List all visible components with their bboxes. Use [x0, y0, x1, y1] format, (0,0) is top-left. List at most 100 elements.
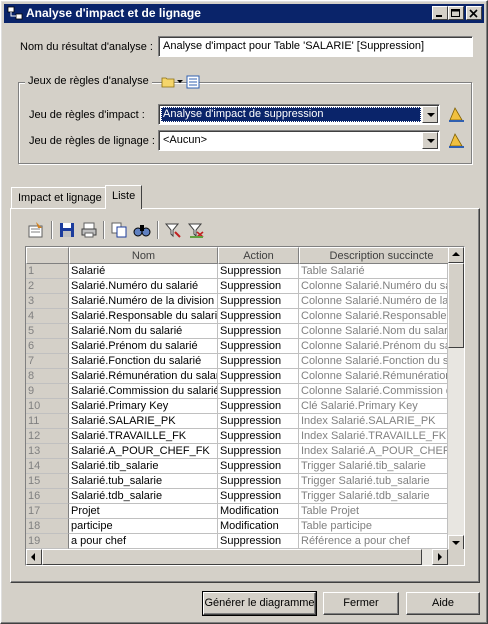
list-view-icon[interactable] — [186, 75, 200, 89]
folder-icon[interactable] — [161, 75, 177, 89]
save-icon[interactable] — [58, 221, 76, 239]
column-header-number[interactable] — [26, 247, 69, 264]
nom-cell: Salarié.Numéro du salarié — [69, 279, 218, 294]
tab-list[interactable]: Liste — [105, 185, 143, 209]
rule-sets-legend: Jeux de règles d'analyse — [25, 75, 152, 89]
nom-cell: Salarié.Prénom du salarié — [69, 339, 218, 354]
description-cell: Table Projet — [299, 504, 448, 519]
table-row[interactable]: 11 Salarié.SALARIE_PK Suppression Index Sal… — [26, 414, 448, 429]
row-number-cell: 18 — [26, 519, 69, 534]
minimize-button[interactable] — [432, 6, 448, 20]
description-cell: Table Salarié — [299, 264, 448, 279]
tab-impact-lineage[interactable]: Impact et lignage — [11, 187, 109, 209]
dialog-window: Analyse d'impact et de lignage Nom du ré… — [0, 0, 488, 624]
table-row[interactable]: 9 Salarié.Commission du salarié Suppressio… — [26, 384, 448, 399]
table-row[interactable]: 8 Salarié.Rémunération du salarié Suppress… — [26, 369, 448, 384]
generate-diagram-button[interactable]: Générer le diagramme — [202, 591, 317, 616]
table-row[interactable]: 18 participe Modification Table participe — [26, 519, 448, 534]
clear-filter-icon[interactable] — [187, 221, 205, 239]
vertical-scroll-thumb[interactable] — [448, 263, 464, 348]
description-cell: Colonne Salarié.Nom du salarié — [299, 324, 448, 339]
row-number-cell: 8 — [26, 369, 69, 384]
table-row[interactable]: 6 Salarié.Prénom du salarié Suppression Col… — [26, 339, 448, 354]
find-icon[interactable] — [133, 221, 151, 239]
vertical-scrollbar[interactable] — [448, 247, 464, 551]
action-cell: Suppression — [218, 339, 299, 354]
impact-rules-dropdown-button[interactable] — [422, 106, 438, 123]
scroll-right-button[interactable] — [432, 549, 448, 565]
table-row[interactable]: 10 Salarié.Primary Key Suppression Clé Sala… — [26, 399, 448, 414]
nom-cell: Salarié.Nom du salarié — [69, 324, 218, 339]
description-cell: Clé Salarié.Primary Key — [299, 399, 448, 414]
filter-icon[interactable] — [164, 221, 182, 239]
help-button[interactable]: Aide — [406, 592, 480, 615]
nom-cell: Salarié.TRAVAILLE_FK — [69, 429, 218, 444]
close-button[interactable]: Fermer — [323, 592, 399, 615]
column-header-action[interactable]: Action — [218, 247, 299, 264]
close-window-button[interactable] — [466, 6, 482, 20]
row-number-cell: 1 — [26, 264, 69, 279]
dropdown-arrow-icon[interactable] — [177, 80, 184, 84]
description-cell: Index Salarié.SALARIE_PK — [299, 414, 448, 429]
column-header-description[interactable]: Description succincte — [299, 247, 464, 264]
action-cell: Suppression — [218, 444, 299, 459]
action-cell: Suppression — [218, 414, 299, 429]
help-button-label: Aide — [431, 597, 455, 609]
row-number-cell: 16 — [26, 489, 69, 504]
nom-cell: Salarié.A_POUR_CHEF_FK — [69, 444, 218, 459]
description-cell: Référence a pour chef — [299, 534, 448, 549]
nom-cell: Salarié — [69, 264, 218, 279]
minimize-icon — [436, 15, 442, 17]
impact-rules-select[interactable]: Analyse d'impact de suppression — [158, 104, 440, 125]
nom-cell: Projet — [69, 504, 218, 519]
table-row[interactable]: 17 Projet Modification Table Projet — [26, 504, 448, 519]
table-row[interactable]: 4 Salarié.Responsable du salarié Suppressi… — [26, 309, 448, 324]
result-name-field[interactable]: Analyse d'impact pour Table 'SALARIE' [S… — [158, 36, 473, 57]
scroll-up-button[interactable] — [448, 247, 464, 263]
nom-cell: Salarié.Rémunération du salarié — [69, 369, 218, 384]
lineage-rules-dropdown-button[interactable] — [422, 132, 438, 149]
row-number-cell: 15 — [26, 474, 69, 489]
impact-properties-icon[interactable] — [447, 104, 467, 124]
action-cell: Suppression — [218, 369, 299, 384]
table-row[interactable]: 19 a pour chef Suppression Référence a pour… — [26, 534, 448, 549]
nom-cell: Salarié.Responsable du salarié — [69, 309, 218, 324]
table-row[interactable]: 1 Salarié Suppression Table Salarié — [26, 264, 448, 279]
table-row[interactable]: 12 Salarié.TRAVAILLE_FK Suppression Index S… — [26, 429, 448, 444]
print-icon[interactable] — [80, 221, 98, 239]
properties-icon[interactable] — [27, 221, 45, 239]
copy-icon[interactable] — [110, 221, 128, 239]
description-cell: Colonne Salarié.Rémunération — [299, 369, 448, 384]
table-row[interactable]: 15 Salarié.tub_salarie Suppression Trigger … — [26, 474, 448, 489]
row-number-cell: 14 — [26, 459, 69, 474]
table-row[interactable]: 5 Salarié.Nom du salarié Suppression Colonn… — [26, 324, 448, 339]
lineage-rules-label: Jeu de règles de lignage : — [29, 135, 155, 147]
lineage-rules-select[interactable]: <Aucun> — [158, 130, 440, 151]
nom-cell: a pour chef — [69, 534, 218, 549]
table-row[interactable]: 3 Salarié.Numéro de la division Suppressio… — [26, 294, 448, 309]
table-row[interactable]: 2 Salarié.Numéro du salarié Suppression Col… — [26, 279, 448, 294]
action-cell: Suppression — [218, 309, 299, 324]
title-bar[interactable]: Analyse d'impact et de lignage — [4, 4, 484, 23]
generate-diagram-label: Générer le diagramme — [204, 597, 315, 609]
nom-cell: Salarié.Fonction du salarié — [69, 354, 218, 369]
horizontal-scroll-thumb[interactable] — [42, 549, 422, 565]
results-grid[interactable]: Nom Action Description succincte 1 Salari… — [25, 246, 465, 566]
column-header-nom[interactable]: Nom — [69, 247, 218, 264]
nom-cell: Salarié.tdb_salarie — [69, 489, 218, 504]
action-cell: Suppression — [218, 459, 299, 474]
description-cell: Colonne Salarié.Responsable du salarié — [299, 309, 448, 324]
row-number-cell: 12 — [26, 429, 69, 444]
tab-list-label: Liste — [112, 190, 136, 202]
table-row[interactable]: 13 Salarié.A_POUR_CHEF_FK Suppression Index… — [26, 444, 448, 459]
action-cell: Suppression — [218, 429, 299, 444]
scroll-left-button[interactable] — [26, 549, 42, 565]
table-row[interactable]: 7 Salarié.Fonction du salarié Suppression C… — [26, 354, 448, 369]
maximize-button[interactable] — [448, 6, 464, 20]
table-row[interactable]: 14 Salarié.tib_salarie Suppression Trigger … — [26, 459, 448, 474]
row-number-cell: 2 — [26, 279, 69, 294]
horizontal-scrollbar[interactable] — [26, 549, 448, 565]
nom-cell: Salarié.Primary Key — [69, 399, 218, 414]
lineage-properties-icon[interactable] — [447, 130, 467, 150]
table-row[interactable]: 16 Salarié.tdb_salarie Suppression Trigger … — [26, 489, 448, 504]
